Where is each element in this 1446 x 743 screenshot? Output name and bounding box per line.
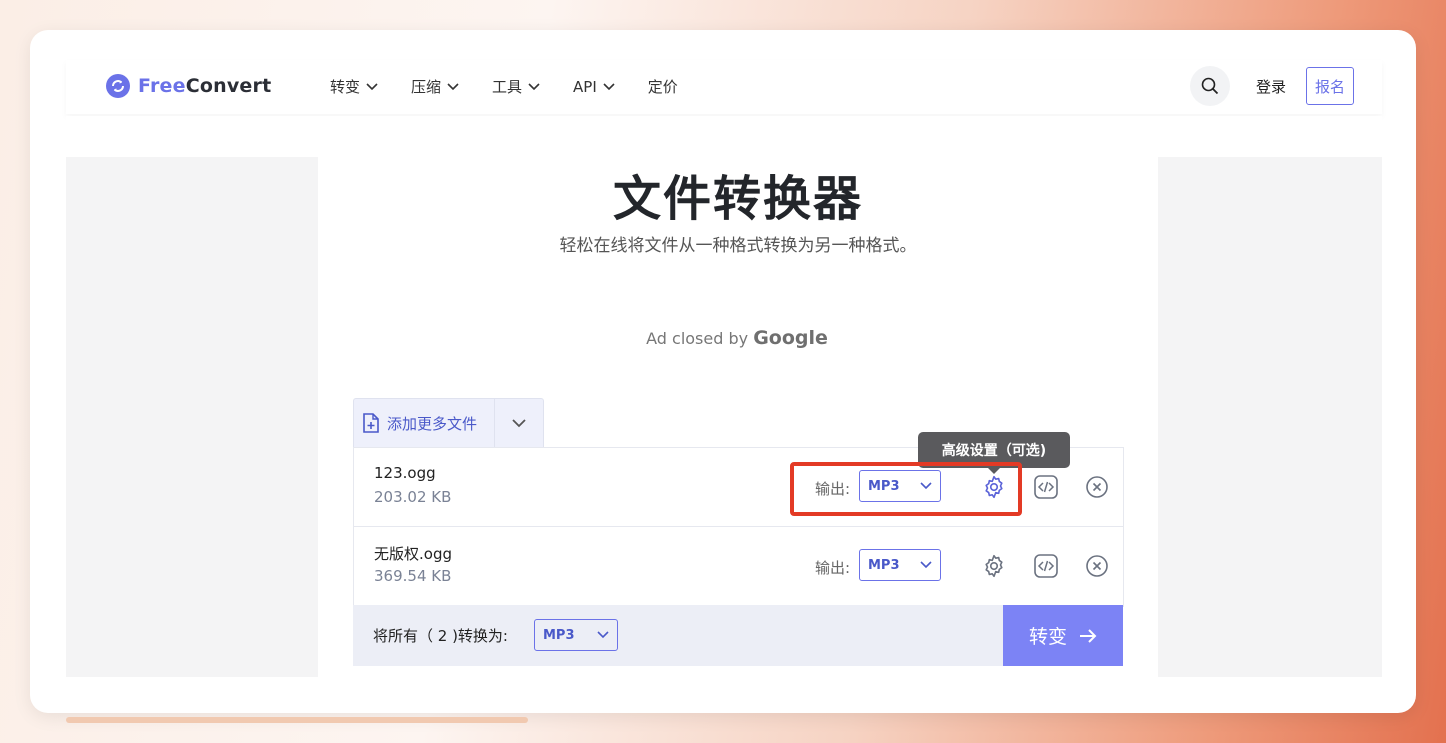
chevron-down-icon	[603, 82, 615, 90]
menu-item-api[interactable]: API	[573, 76, 615, 97]
close-circle-icon	[1086, 476, 1108, 498]
menu-item-label: 压缩	[411, 78, 442, 96]
convert-button[interactable]: 转变	[1003, 605, 1123, 666]
horizontal-scrollbar[interactable]	[66, 717, 528, 723]
add-more-files-label: 添加更多文件	[387, 414, 478, 433]
search-button[interactable]	[1190, 66, 1230, 106]
converter-panel: 文件转换器 轻松在线将文件从一种格式转换为另一种格式。 Ad closed by…	[318, 157, 1158, 677]
output-format-value: MP3	[868, 557, 900, 573]
menu-item-pricing[interactable]: 定价	[648, 76, 678, 97]
close-circle-icon	[1086, 555, 1108, 577]
chevron-down-icon	[447, 82, 459, 90]
signup-button[interactable]: 报名	[1306, 67, 1354, 105]
logo-text: FreeConvert	[138, 75, 271, 97]
top-navbar: FreeConvert 转变 压缩 工具 API 定价 登录 报名	[66, 60, 1382, 114]
output-label: 输出:	[815, 559, 851, 577]
file-size: 203.02 KB	[374, 488, 452, 506]
advanced-settings-button[interactable]	[980, 552, 1008, 580]
chevron-down-icon	[528, 82, 540, 90]
code-icon	[1034, 475, 1058, 499]
menu-item-tools[interactable]: 工具	[492, 76, 540, 97]
embed-code-button[interactable]	[1032, 473, 1060, 501]
ad-closed-text: Ad closed by	[646, 329, 754, 348]
ad-brand: Google	[753, 327, 828, 349]
logo[interactable]: FreeConvert	[106, 74, 271, 98]
menu-item-label: 转变	[330, 78, 361, 96]
add-more-files-button[interactable]: 添加更多文件	[353, 398, 494, 448]
code-icon	[1034, 554, 1058, 578]
chevron-down-icon	[920, 561, 932, 569]
convert-button-label: 转变	[1028, 626, 1067, 648]
chevron-down-icon	[512, 418, 526, 427]
logo-text-convert: Convert	[185, 75, 272, 97]
menu-item-label: 定价	[647, 78, 678, 96]
refresh-logo-icon	[106, 74, 130, 98]
nav-spacer	[66, 116, 1382, 156]
convert-all-format-value: MP3	[543, 627, 575, 643]
file-size: 369.54 KB	[374, 567, 452, 585]
menu-item-label: API	[573, 77, 597, 96]
file-name: 123.ogg	[374, 464, 436, 482]
chevron-down-icon	[597, 631, 609, 639]
arrow-right-icon	[1080, 628, 1097, 643]
gear-icon	[985, 554, 1003, 578]
embed-code-button[interactable]	[1032, 552, 1060, 580]
remove-file-button[interactable]	[1083, 473, 1111, 501]
remove-file-button[interactable]	[1083, 552, 1111, 580]
file-row: 无版权.ogg 369.54 KB 输出: MP3	[354, 527, 1123, 605]
page-subtitle: 轻松在线将文件从一种格式转换为另一种格式。	[559, 236, 917, 256]
page-title: 文件转换器	[612, 171, 863, 227]
output-format-select[interactable]: MP3	[859, 549, 941, 581]
chevron-down-icon	[366, 82, 378, 90]
highlight-annotation-box	[790, 462, 1022, 516]
menu-item-compress[interactable]: 压缩	[411, 76, 459, 97]
menu-item-convert[interactable]: 转变	[330, 76, 378, 97]
convert-all-format-select[interactable]: MP3	[534, 619, 618, 651]
menu-item-label: 工具	[492, 78, 523, 96]
right-ad-gutter	[1158, 157, 1382, 677]
login-link[interactable]: 登录	[1256, 76, 1286, 97]
ad-closed-notice: Ad closed by Google	[318, 327, 1156, 349]
left-ad-gutter	[66, 157, 318, 677]
search-icon	[1201, 77, 1219, 95]
page-viewport: FreeConvert 转变 压缩 工具 API 定价 登录 报名 文件转换器 …	[30, 30, 1416, 713]
file-add-icon	[363, 413, 379, 433]
main-menu: 转变 压缩 工具 API 定价	[330, 76, 711, 97]
file-name: 无版权.ogg	[374, 545, 452, 563]
add-source-dropdown[interactable]	[494, 398, 544, 448]
batch-convert-bar: 将所有（ 2 )转换为: MP3 转变	[353, 605, 1123, 666]
convert-all-label: 将所有（ 2 )转换为:	[373, 627, 508, 645]
logo-text-free: Free	[138, 75, 186, 97]
